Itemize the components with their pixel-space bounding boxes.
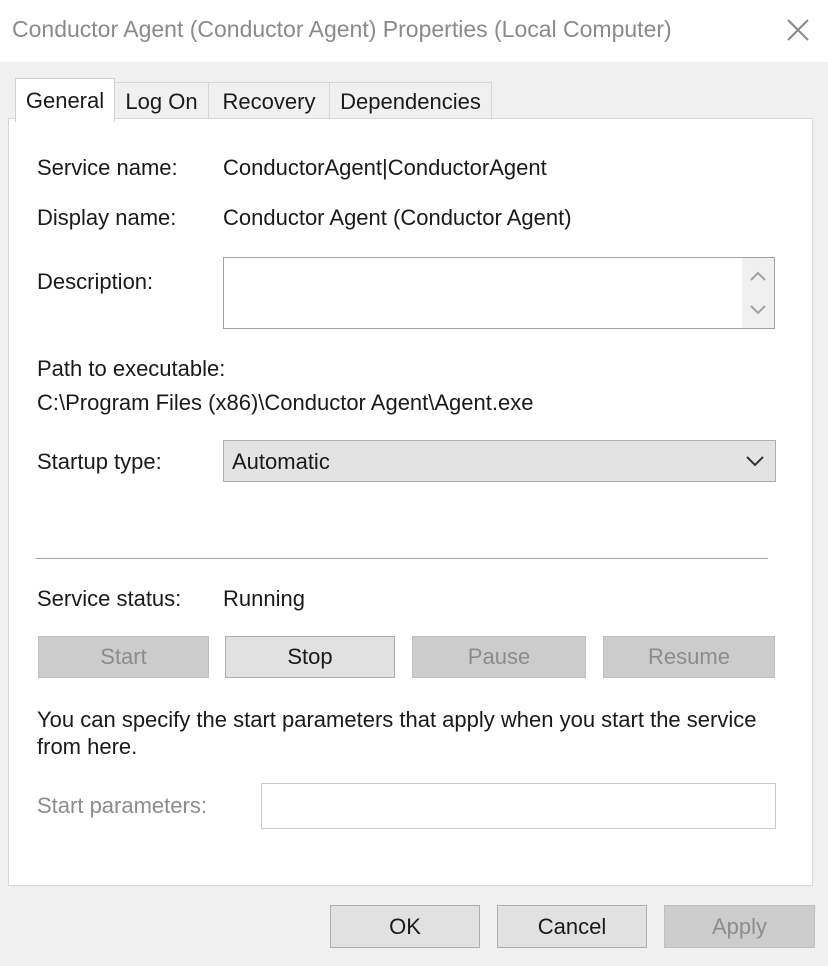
description-scrollbar[interactable] xyxy=(742,258,774,328)
startup-type-value: Automatic xyxy=(232,449,330,474)
display-name-label: Display name: xyxy=(37,205,177,230)
start-parameters-info: You can specify the start parameters tha… xyxy=(37,707,757,759)
pause-button-label: Pause xyxy=(467,644,531,669)
service-status-label: Service status: xyxy=(37,586,182,611)
scroll-up-button[interactable] xyxy=(742,260,774,292)
startup-type-label: Startup type: xyxy=(37,449,162,474)
description-field[interactable] xyxy=(223,257,775,329)
stop-button[interactable]: Stop xyxy=(225,636,395,678)
pause-button[interactable]: Pause xyxy=(412,636,586,678)
path-label: Path to executable: xyxy=(37,356,226,381)
ok-button-label: OK xyxy=(389,913,421,939)
path-value: C:\Program Files (x86)\Conductor Agent\A… xyxy=(37,390,534,415)
start-parameters-label: Start parameters: xyxy=(37,793,207,818)
start-button[interactable]: Start xyxy=(38,636,209,678)
chevron-down-icon xyxy=(750,305,766,315)
chevron-down-icon xyxy=(746,456,764,467)
start-button-label: Start xyxy=(100,644,147,669)
cancel-button[interactable]: Cancel xyxy=(497,905,647,948)
description-label: Description: xyxy=(37,269,154,294)
start-parameters-input[interactable] xyxy=(261,783,776,829)
chevron-up-icon xyxy=(750,271,766,281)
ok-button[interactable]: OK xyxy=(330,905,480,948)
resume-button-label: Resume xyxy=(648,644,730,669)
apply-button[interactable]: Apply xyxy=(664,905,815,948)
service-name-label: Service name: xyxy=(37,155,178,180)
service-name-value: ConductorAgent|ConductorAgent xyxy=(223,155,547,180)
service-status-value: Running xyxy=(223,586,305,611)
scroll-down-button[interactable] xyxy=(742,294,774,326)
resume-button[interactable]: Resume xyxy=(603,636,775,678)
startup-type-dropdown[interactable]: Automatic xyxy=(223,440,776,482)
display-name-value: Conductor Agent (Conductor Agent) xyxy=(223,205,572,230)
cancel-button-label: Cancel xyxy=(537,913,607,939)
apply-button-label: Apply xyxy=(711,913,768,939)
stop-button-label: Stop xyxy=(287,644,333,669)
separator xyxy=(36,558,768,559)
